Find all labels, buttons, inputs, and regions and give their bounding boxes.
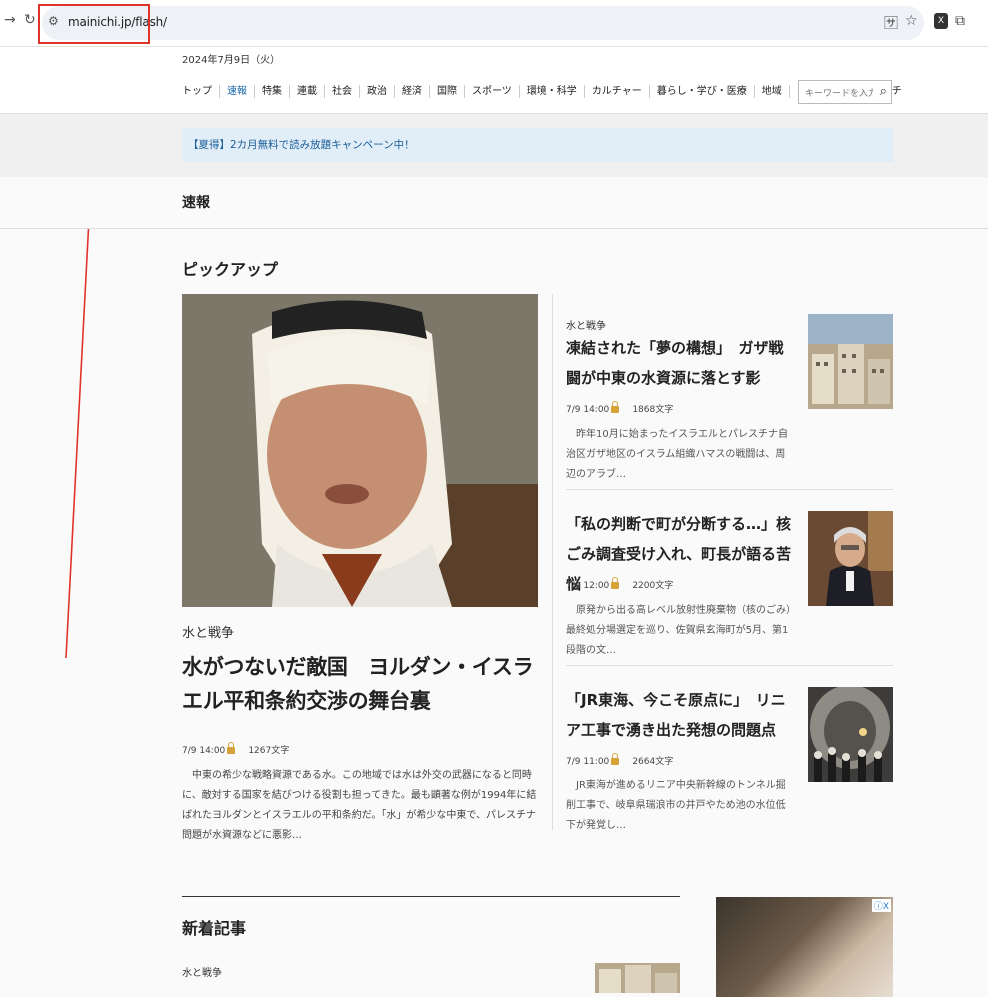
- side-article-image[interactable]: [808, 511, 893, 606]
- new-article-image[interactable]: [595, 963, 680, 993]
- nav-item[interactable]: スポーツ: [464, 85, 519, 98]
- site-header: 2024年7月9日（火） トップ 速報 特集 連載 社会 政治 経済 国際 スポーツ 環境・科学カ…: [0, 47, 988, 114]
- search-field[interactable]: ⌕: [798, 80, 892, 105]
- page-title: 速報: [182, 195, 210, 211]
- nav-item[interactable]: 連載: [289, 85, 324, 98]
- lock-icon: [611, 577, 620, 589]
- hero-category[interactable]: 水と戦争: [182, 622, 234, 641]
- side-article-summary: 原発から出る高レベル放射性廃棄物（核のごみ）最終処分場選定を巡り、佐賀県玄海町が…: [566, 605, 791, 656]
- side-article-summary: JR東海が進めるリニア中央新幹線のトンネル掘削工事で、岐阜県瑞浪市の井戸やため池…: [566, 780, 786, 831]
- hero-time: 7/9 14:00: [182, 746, 226, 756]
- nav-item[interactable]: 政治: [359, 85, 394, 98]
- nav-item[interactable]: トップ: [182, 85, 219, 98]
- browser-toolbar: → ↻ ⚙ mainichi.jp/flash/ 🈂 ☆ X ⧉: [0, 0, 988, 47]
- side-article-category[interactable]: 水と戦争: [566, 317, 606, 332]
- hero-chars: 1267文字: [248, 746, 290, 756]
- lock-icon: [611, 753, 620, 765]
- nav-item[interactable]: 地域: [753, 85, 789, 98]
- hero-title[interactable]: 水がつないだ敵国 ヨルダン・イスラエル平和条約交渉の舞台裏: [182, 650, 542, 718]
- nav-item[interactable]: 特集: [254, 85, 289, 98]
- pickup-heading: ピックアップ: [182, 260, 279, 279]
- side-article-image[interactable]: [808, 314, 893, 409]
- side-article-title[interactable]: 「JR東海、今こそ原点に」 リニア工事で湧き出た発想の問題点: [566, 685, 798, 745]
- new-article-category[interactable]: 水と戦争: [182, 964, 222, 979]
- translate-icon[interactable]: 🈂: [884, 13, 898, 33]
- nav-item[interactable]: 社会: [324, 85, 359, 98]
- article-separator: [566, 489, 893, 490]
- forward-icon[interactable]: →: [4, 12, 16, 28]
- advertisement[interactable]: ⓘX: [716, 897, 893, 997]
- promo-banner[interactable]: 【夏得】2カ月無料で読み放題キャンペーン中！: [182, 128, 893, 162]
- nav-item[interactable]: 速報: [219, 85, 254, 98]
- nav-item[interactable]: 経済: [394, 85, 429, 98]
- side-article-meta: 7/9 14:00 1868文字: [566, 401, 674, 415]
- nav-item[interactable]: 環境・科学: [518, 85, 584, 98]
- url-highlight-box: [38, 4, 150, 44]
- lock-icon: [227, 742, 236, 754]
- side-article-chars: 1868文字: [632, 405, 674, 415]
- search-icon[interactable]: ⌕: [880, 84, 887, 99]
- side-article-summary: 昨年10月に始まったイスラエルとパレスチナ自治区ガザ地区のイスラム組織ハマスの戦…: [566, 429, 789, 480]
- side-article-meta: 7/9 11:00 2664文字: [566, 753, 674, 767]
- new-articles-rule: [182, 896, 680, 897]
- ad-choices-icon[interactable]: ⓘX: [871, 899, 891, 912]
- article-separator: [566, 665, 893, 666]
- extensions-puzzle-icon[interactable]: ⧉: [955, 13, 965, 29]
- hero-meta: 7/9 14:00 1267文字: [182, 742, 290, 756]
- nav-item[interactable]: カルチャー: [583, 85, 649, 98]
- side-article-title[interactable]: 凍結された「夢の構想」 ガザ戦闘が中東の水資源に落とす影: [566, 333, 798, 393]
- search-input[interactable]: [803, 83, 875, 105]
- bookmark-star-icon[interactable]: ☆: [905, 13, 918, 29]
- side-article-chars: 2200文字: [632, 581, 674, 591]
- header-date: 2024年7月9日（火）: [182, 55, 281, 66]
- side-article-meta: 7/9 12:00 2200文字: [566, 577, 674, 591]
- nav-item[interactable]: 暮らし・学び・医療: [648, 85, 754, 98]
- hero-article-image[interactable]: [182, 294, 538, 607]
- extension-x-icon[interactable]: X: [934, 13, 948, 29]
- side-article-time: 7/9 11:00: [566, 757, 610, 767]
- nav-item[interactable]: 国際: [429, 85, 464, 98]
- reload-icon[interactable]: ↻: [24, 12, 36, 28]
- side-article-time: 7/9 14:00: [566, 405, 610, 415]
- new-articles-heading: 新着記事: [182, 919, 247, 938]
- address-bar[interactable]: [42, 6, 924, 40]
- side-article-image[interactable]: [808, 687, 893, 782]
- hero-summary: 中東の希少な戦略資源である水。この地域では水は外交の武器になると同時に、敵対する…: [182, 770, 537, 841]
- side-article-chars: 2664文字: [632, 757, 674, 767]
- section-bar: [0, 177, 988, 229]
- lock-icon: [611, 401, 620, 413]
- column-divider: [552, 294, 553, 830]
- side-article-time: 7/9 12:00: [566, 581, 610, 591]
